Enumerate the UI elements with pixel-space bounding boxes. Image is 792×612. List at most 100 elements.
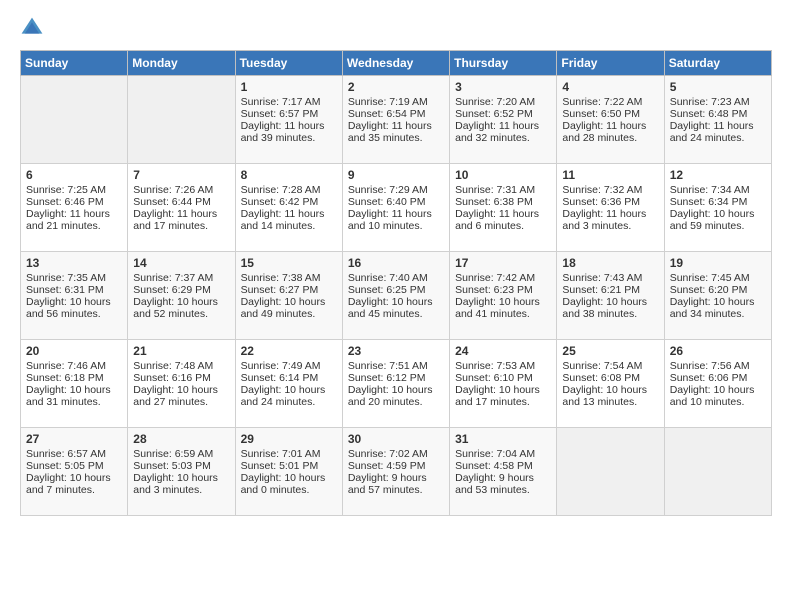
daylight: Daylight: 11 hours and 6 minutes. <box>455 208 539 232</box>
day-number: 4 <box>562 80 658 94</box>
calendar-cell: 8 Sunrise: 7:28 AM Sunset: 6:42 PM Dayli… <box>235 164 342 252</box>
daylight: Daylight: 11 hours and 32 minutes. <box>455 120 539 144</box>
day-number: 5 <box>670 80 766 94</box>
sunset: Sunset: 6:14 PM <box>241 372 319 384</box>
sunset: Sunset: 6:20 PM <box>670 284 748 296</box>
day-number: 30 <box>348 432 444 446</box>
weekday-header-sunday: Sunday <box>21 51 128 76</box>
sunrise: Sunrise: 7:35 AM <box>26 272 106 284</box>
calendar-cell: 11 Sunrise: 7:32 AM Sunset: 6:36 PM Dayl… <box>557 164 664 252</box>
calendar-cell: 3 Sunrise: 7:20 AM Sunset: 6:52 PM Dayli… <box>450 76 557 164</box>
daylight: Daylight: 10 hours and 45 minutes. <box>348 296 433 320</box>
sunrise: Sunrise: 7:46 AM <box>26 360 106 372</box>
header <box>20 16 772 40</box>
sunset: Sunset: 6:44 PM <box>133 196 211 208</box>
sunset: Sunset: 6:52 PM <box>455 108 533 120</box>
sunrise: Sunrise: 7:32 AM <box>562 184 642 196</box>
calendar-week-1: 1 Sunrise: 7:17 AM Sunset: 6:57 PM Dayli… <box>21 76 772 164</box>
daylight: Daylight: 9 hours and 53 minutes. <box>455 472 534 496</box>
daylight: Daylight: 11 hours and 35 minutes. <box>348 120 432 144</box>
sunset: Sunset: 6:54 PM <box>348 108 426 120</box>
calendar-cell: 13 Sunrise: 7:35 AM Sunset: 6:31 PM Dayl… <box>21 252 128 340</box>
calendar-cell: 26 Sunrise: 7:56 AM Sunset: 6:06 PM Dayl… <box>664 340 771 428</box>
sunset: Sunset: 6:08 PM <box>562 372 640 384</box>
day-number: 1 <box>241 80 337 94</box>
sunset: Sunset: 6:46 PM <box>26 196 104 208</box>
calendar-cell <box>128 76 235 164</box>
sunrise: Sunrise: 7:37 AM <box>133 272 213 284</box>
sunset: Sunset: 6:10 PM <box>455 372 533 384</box>
daylight: Daylight: 11 hours and 24 minutes. <box>670 120 754 144</box>
sunset: Sunset: 4:58 PM <box>455 460 533 472</box>
weekday-header-saturday: Saturday <box>664 51 771 76</box>
day-number: 2 <box>348 80 444 94</box>
daylight: Daylight: 11 hours and 21 minutes. <box>26 208 110 232</box>
calendar-cell: 24 Sunrise: 7:53 AM Sunset: 6:10 PM Dayl… <box>450 340 557 428</box>
daylight: Daylight: 10 hours and 20 minutes. <box>348 384 433 408</box>
daylight: Daylight: 10 hours and 49 minutes. <box>241 296 326 320</box>
daylight: Daylight: 10 hours and 56 minutes. <box>26 296 111 320</box>
sunset: Sunset: 5:01 PM <box>241 460 319 472</box>
daylight: Daylight: 9 hours and 57 minutes. <box>348 472 427 496</box>
sunrise: Sunrise: 6:59 AM <box>133 448 213 460</box>
weekday-header-wednesday: Wednesday <box>342 51 449 76</box>
sunset: Sunset: 6:40 PM <box>348 196 426 208</box>
daylight: Daylight: 10 hours and 41 minutes. <box>455 296 540 320</box>
weekday-header-monday: Monday <box>128 51 235 76</box>
calendar-week-4: 20 Sunrise: 7:46 AM Sunset: 6:18 PM Dayl… <box>21 340 772 428</box>
calendar-cell <box>21 76 128 164</box>
calendar-week-3: 13 Sunrise: 7:35 AM Sunset: 6:31 PM Dayl… <box>21 252 772 340</box>
calendar-cell: 17 Sunrise: 7:42 AM Sunset: 6:23 PM Dayl… <box>450 252 557 340</box>
daylight: Daylight: 11 hours and 39 minutes. <box>241 120 325 144</box>
sunrise: Sunrise: 7:01 AM <box>241 448 321 460</box>
day-number: 6 <box>26 168 122 182</box>
calendar-cell: 30 Sunrise: 7:02 AM Sunset: 4:59 PM Dayl… <box>342 428 449 516</box>
day-number: 20 <box>26 344 122 358</box>
calendar-cell: 14 Sunrise: 7:37 AM Sunset: 6:29 PM Dayl… <box>128 252 235 340</box>
calendar-cell: 18 Sunrise: 7:43 AM Sunset: 6:21 PM Dayl… <box>557 252 664 340</box>
calendar-cell: 25 Sunrise: 7:54 AM Sunset: 6:08 PM Dayl… <box>557 340 664 428</box>
weekday-header-tuesday: Tuesday <box>235 51 342 76</box>
day-number: 27 <box>26 432 122 446</box>
daylight: Daylight: 10 hours and 27 minutes. <box>133 384 218 408</box>
sunset: Sunset: 6:21 PM <box>562 284 640 296</box>
sunset: Sunset: 6:27 PM <box>241 284 319 296</box>
daylight: Daylight: 11 hours and 14 minutes. <box>241 208 325 232</box>
weekday-header-thursday: Thursday <box>450 51 557 76</box>
sunset: Sunset: 6:06 PM <box>670 372 748 384</box>
day-number: 23 <box>348 344 444 358</box>
day-number: 8 <box>241 168 337 182</box>
sunset: Sunset: 6:18 PM <box>26 372 104 384</box>
calendar-cell: 23 Sunrise: 7:51 AM Sunset: 6:12 PM Dayl… <box>342 340 449 428</box>
daylight: Daylight: 11 hours and 28 minutes. <box>562 120 646 144</box>
calendar-cell: 15 Sunrise: 7:38 AM Sunset: 6:27 PM Dayl… <box>235 252 342 340</box>
day-number: 18 <box>562 256 658 270</box>
day-number: 29 <box>241 432 337 446</box>
day-number: 17 <box>455 256 551 270</box>
daylight: Daylight: 10 hours and 7 minutes. <box>26 472 111 496</box>
day-number: 31 <box>455 432 551 446</box>
day-number: 25 <box>562 344 658 358</box>
sunset: Sunset: 6:38 PM <box>455 196 533 208</box>
day-number: 22 <box>241 344 337 358</box>
sunset: Sunset: 6:34 PM <box>670 196 748 208</box>
calendar-cell <box>557 428 664 516</box>
sunrise: Sunrise: 7:19 AM <box>348 96 428 108</box>
sunset: Sunset: 6:25 PM <box>348 284 426 296</box>
sunrise: Sunrise: 7:54 AM <box>562 360 642 372</box>
sunset: Sunset: 6:36 PM <box>562 196 640 208</box>
sunset: Sunset: 6:12 PM <box>348 372 426 384</box>
sunrise: Sunrise: 7:31 AM <box>455 184 535 196</box>
calendar-cell: 5 Sunrise: 7:23 AM Sunset: 6:48 PM Dayli… <box>664 76 771 164</box>
calendar-cell: 10 Sunrise: 7:31 AM Sunset: 6:38 PM Dayl… <box>450 164 557 252</box>
calendar-cell: 6 Sunrise: 7:25 AM Sunset: 6:46 PM Dayli… <box>21 164 128 252</box>
calendar-cell: 7 Sunrise: 7:26 AM Sunset: 6:44 PM Dayli… <box>128 164 235 252</box>
sunrise: Sunrise: 7:23 AM <box>670 96 750 108</box>
sunset: Sunset: 6:23 PM <box>455 284 533 296</box>
calendar-cell: 4 Sunrise: 7:22 AM Sunset: 6:50 PM Dayli… <box>557 76 664 164</box>
sunrise: Sunrise: 6:57 AM <box>26 448 106 460</box>
calendar-cell: 16 Sunrise: 7:40 AM Sunset: 6:25 PM Dayl… <box>342 252 449 340</box>
calendar-cell: 21 Sunrise: 7:48 AM Sunset: 6:16 PM Dayl… <box>128 340 235 428</box>
calendar-week-5: 27 Sunrise: 6:57 AM Sunset: 5:05 PM Dayl… <box>21 428 772 516</box>
daylight: Daylight: 10 hours and 34 minutes. <box>670 296 755 320</box>
